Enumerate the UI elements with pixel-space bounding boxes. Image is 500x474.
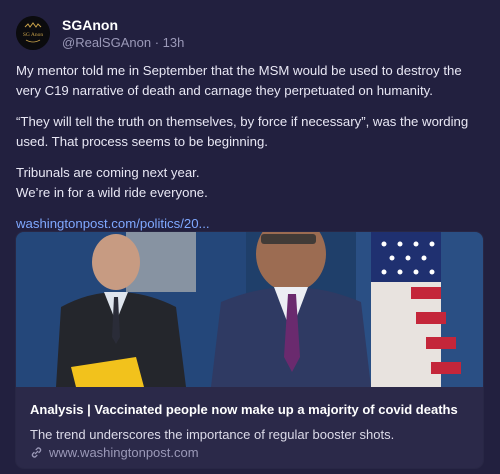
- author-handle[interactable]: @RealSGAnon: [62, 35, 151, 50]
- avatar-image: SG Anon: [16, 16, 50, 50]
- avatar-text: SG Anon: [23, 32, 44, 38]
- post-paragraph-1: My mentor told me in September that the …: [16, 63, 462, 98]
- card-title[interactable]: Analysis | Vaccinated people now make up…: [30, 402, 458, 417]
- card-domain: www.washingtonpost.com: [49, 445, 199, 460]
- link-preview-card[interactable]: Analysis | Vaccinated people now make up…: [16, 232, 483, 468]
- card-domain-row: www.washingtonpost.com: [30, 445, 199, 460]
- post-paragraph-3: Tribunals are coming next year. We’re in…: [16, 163, 484, 202]
- post-link[interactable]: washingtonpost.com/politics/20...: [16, 216, 210, 231]
- post: SG Anon SGAnon @RealSGAnon · 13h My ment…: [0, 0, 500, 474]
- post-line-wild-ride: We’re in for a wild ride everyone.: [16, 184, 208, 200]
- link-icon: [31, 447, 42, 458]
- card-description: The trend underscores the importance of …: [30, 427, 395, 442]
- post-paragraph-2: “They will tell the truth on themselves,…: [16, 114, 469, 149]
- meta-separator: ·: [154, 35, 163, 50]
- card-photo: [16, 232, 483, 387]
- post-line-tribunals: Tribunals are coming next year.: [16, 165, 200, 180]
- author-name[interactable]: SGAnon: [62, 16, 184, 34]
- author-meta: @RealSGAnon · 13h: [62, 34, 184, 52]
- post-body: My mentor told me in September that the …: [16, 61, 484, 246]
- post-paragraph-link: washingtonpost.com/politics/20...: [16, 214, 484, 234]
- post-time[interactable]: 13h: [163, 35, 185, 50]
- avatar[interactable]: SG Anon: [16, 16, 50, 50]
- author-block: SGAnon @RealSGAnon · 13h: [62, 16, 184, 52]
- card-image[interactable]: [16, 232, 483, 387]
